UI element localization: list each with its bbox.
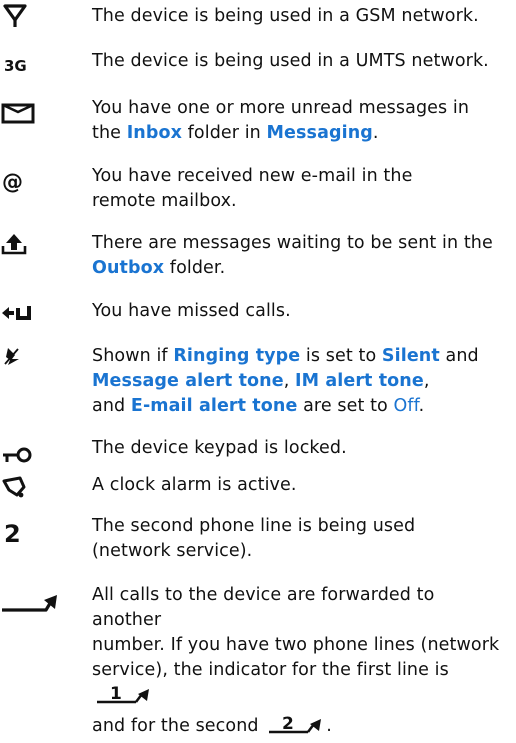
silent-text: Shown if Ringing type is set to Silent a… [92, 346, 479, 416]
envelope-icon [0, 102, 60, 136]
ringing-type-link: Ringing type [173, 346, 301, 366]
outbox-text: There are messages waiting to be sent in… [92, 233, 493, 278]
outbox-upload-icon [0, 227, 60, 261]
gsm-text: The device is being used in a GSM networ… [92, 6, 479, 26]
missed-text: You have missed calls. [92, 301, 291, 321]
forward-line-1-number: 1 [110, 684, 122, 704]
message-alert-tone-link: Message alert tone [92, 371, 284, 391]
phone-line-2-label: 2 [4, 520, 21, 548]
alarm-text: A clock alarm is active. [92, 475, 297, 495]
key-lock-icon [0, 438, 60, 472]
off-value: Off [393, 396, 419, 416]
umts-text: The device is being used in a UMTS netwo… [92, 51, 489, 71]
call-forward-icon [0, 583, 60, 617]
missed-call-icon [0, 295, 60, 329]
silent-bell-icon [0, 340, 60, 374]
gsm-network-icon [0, 0, 60, 34]
phone-line-2-icon: 2 [0, 510, 60, 548]
messaging-link: Messaging [266, 123, 373, 143]
forward-line-1-indicator: 1 [96, 683, 154, 713]
forward-line-2-number: 2 [282, 714, 294, 734]
im-alert-tone-link: IM alert tone [295, 371, 424, 391]
umts-3g-label: 3G [4, 57, 27, 75]
keylock-text: The device keypad is locked. [92, 438, 347, 458]
email-alert-tone-link: E-mail alert tone [130, 396, 298, 416]
email-text: You have received new e-mail in the remo… [92, 166, 413, 211]
umts-3g-icon: 3G [0, 45, 60, 79]
at-sign-label: @ [2, 170, 23, 194]
inbox-link: Inbox [126, 123, 182, 143]
indicator-list-page: { "items": [ { "id": "gsm", "icon": "gsm… [0, 0, 516, 736]
at-sign-icon: @ [0, 160, 60, 194]
alarm-clock-icon [0, 473, 60, 507]
line2-text: The second phone line is being used (net… [92, 516, 416, 561]
silent-link: Silent [381, 346, 440, 366]
outbox-link: Outbox [92, 258, 165, 278]
forward-text: All calls to the device are forwarded to… [92, 583, 502, 743]
forward-line-2-indicator: 2 [268, 713, 326, 743]
unread-text: You have one or more unread messages in … [92, 98, 470, 143]
